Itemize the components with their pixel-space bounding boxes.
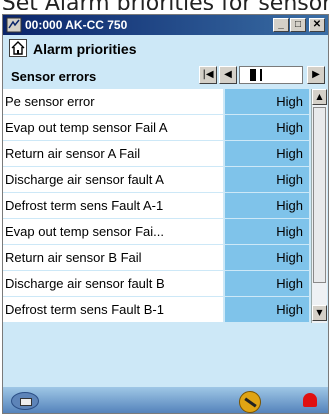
page-title: Alarm priorities — [33, 41, 137, 57]
alarm-label: Evap out temp sensor Fai... — [3, 219, 223, 245]
minimize-button[interactable]: _ — [273, 18, 289, 32]
priority-value[interactable]: High — [225, 297, 309, 323]
page-scroll-marker — [260, 69, 262, 81]
page-scroll-track[interactable] — [239, 66, 303, 84]
alarm-label: Discharge air sensor fault A — [3, 167, 223, 193]
section-header: Sensor errors |◀ ◀ ▶ — [3, 61, 328, 89]
prev-page-button[interactable]: ◀ — [219, 66, 237, 84]
alarm-label: Return air sensor B Fail — [3, 245, 223, 271]
list-item[interactable]: Return air sensor A Fail High — [3, 141, 309, 167]
caption-text: Set Alarm priorities for sensor — [0, 0, 333, 10]
priority-value[interactable]: High — [225, 141, 309, 167]
wrench-icon[interactable] — [239, 391, 261, 413]
page-header: Alarm priorities — [3, 35, 328, 61]
close-button[interactable]: ✕ — [309, 18, 325, 32]
priority-value[interactable]: High — [225, 245, 309, 271]
home-icon — [11, 41, 25, 55]
list-item[interactable]: Evap out temp sensor Fai... High — [3, 219, 309, 245]
window-title: 00:000 AK-CC 750 — [25, 18, 128, 32]
scroll-up-button[interactable]: ▲ — [312, 89, 327, 105]
alarm-label: Evap out temp sensor Fail A — [3, 115, 223, 141]
priority-value[interactable]: High — [225, 115, 309, 141]
next-page-button[interactable]: ▶ — [307, 66, 325, 84]
bell-icon[interactable] — [303, 393, 317, 407]
list-item[interactable]: Defrost term sens Fault A-1 High — [3, 193, 309, 219]
alarm-label: Defrost term sens Fault A-1 — [3, 193, 223, 219]
list-item[interactable]: Pe sensor error High — [3, 89, 309, 115]
list-item[interactable]: Defrost term sens Fault B-1 High — [3, 297, 309, 323]
alarm-label: Pe sensor error — [3, 89, 223, 115]
home-button[interactable] — [9, 39, 27, 57]
scroll-down-button[interactable]: ▼ — [312, 305, 327, 321]
list-item[interactable]: Discharge air sensor fault A High — [3, 167, 309, 193]
list-item[interactable]: Evap out temp sensor Fail A High — [3, 115, 309, 141]
list-item[interactable]: Return air sensor B Fail High — [3, 245, 309, 271]
page-scroll-thumb[interactable] — [250, 69, 256, 81]
controller-icon[interactable] — [11, 392, 39, 410]
list-item[interactable]: Discharge air sensor fault B High — [3, 271, 309, 297]
priority-value[interactable]: High — [225, 271, 309, 297]
alarm-label: Defrost term sens Fault B-1 — [3, 297, 223, 323]
priority-value[interactable]: High — [225, 167, 309, 193]
first-page-button[interactable]: |◀ — [199, 66, 217, 84]
priority-value[interactable]: High — [225, 219, 309, 245]
maximize-button[interactable]: □ — [290, 18, 306, 32]
app-window: 00:000 AK-CC 750 _ □ ✕ Alarm priorities … — [2, 14, 329, 414]
bottom-toolbar — [3, 387, 328, 413]
app-icon — [6, 17, 22, 33]
alarm-list: Pe sensor error High Evap out temp senso… — [3, 89, 309, 323]
priority-value[interactable]: High — [225, 89, 309, 115]
alarm-label: Return air sensor A Fail — [3, 141, 223, 167]
scroll-thumb[interactable] — [313, 107, 326, 283]
alarm-label: Discharge air sensor fault B — [3, 271, 223, 297]
title-bar: 00:000 AK-CC 750 _ □ ✕ — [3, 15, 328, 35]
vertical-scrollbar[interactable]: ▲ ▼ — [311, 89, 327, 323]
priority-value[interactable]: High — [225, 193, 309, 219]
section-title: Sensor errors — [11, 69, 97, 84]
